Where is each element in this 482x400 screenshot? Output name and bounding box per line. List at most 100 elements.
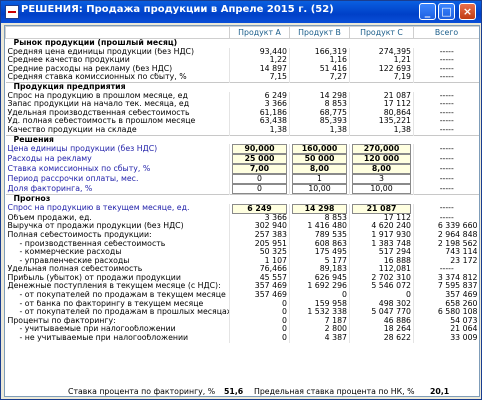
value-cell: 357 469 [229, 291, 290, 300]
row-label: Спрос на продукцию в прошлом месяце, ед [7, 91, 188, 100]
decision-input-cell[interactable]: 7,00 [232, 164, 287, 175]
value-cell: ----- [413, 117, 479, 126]
decision-input-cell[interactable]: 120 000 [352, 154, 411, 165]
value-cell: 1 107 [229, 256, 290, 266]
table-row: Качество продукции на складе 1,38 1,38 1,38… [6, 125, 479, 136]
decision-input-cell[interactable]: 90,000 [232, 144, 287, 155]
input-cell-wrapper: 10,00 [289, 184, 350, 195]
row-label: Спрос на продукцию в текущем месяце, ед. [7, 203, 190, 213]
value-cell: 7,15 [229, 73, 290, 83]
value-cell: 608 863 [289, 239, 350, 249]
value-cell: 2 198 562 [413, 239, 479, 249]
decision-input-cell[interactable]: 160,000 [292, 144, 347, 155]
value-cell: ----- [413, 184, 479, 195]
value-cell: 45 557 [229, 273, 290, 283]
value-cell: 4 387 [289, 334, 350, 343]
section-title: Продукция предприятия [5, 81, 479, 92]
value-cell: 3 366 [229, 100, 290, 109]
row-label: - коммерческие расходы [19, 248, 122, 257]
input-cell-wrapper: 8,00 [349, 164, 414, 175]
value-cell: 6 580 108 [413, 308, 479, 317]
table-row: - не учитываемые при налогообложении 0 4 3… [6, 334, 479, 343]
value-cell: 517 294 [349, 248, 414, 257]
decision-input-cell[interactable]: 14 298 [292, 203, 347, 214]
input-cell-wrapper: 3 [349, 174, 414, 185]
input-cell-wrapper: 160,000 [289, 144, 350, 155]
table-row: - от покупателей по продажам в текущем м… [6, 291, 479, 300]
value-cell: 0 [229, 308, 290, 317]
table-row: - коммерческие расходы 50 325 175 495 517 2… [6, 248, 479, 257]
decision-input-cell[interactable]: 25 000 [232, 154, 287, 165]
decision-input-cell[interactable]: 50 000 [292, 154, 347, 165]
value-cell: 50 325 [229, 248, 290, 257]
value-cell: 85,393 [289, 117, 350, 126]
table-row: Расходы на рекламу 25 000 50 000 120 000 ---… [6, 154, 479, 165]
column-header-product-a: Продукт А [229, 26, 290, 39]
input-cell-wrapper: 0 [229, 174, 290, 185]
decision-input-cell[interactable]: 3 [352, 174, 411, 185]
decision-input-cell[interactable]: 1 [292, 174, 347, 185]
value-cell: ----- [413, 144, 479, 155]
column-header-product-b: Продукт B [289, 26, 350, 39]
value-cell: 5 546 072 [349, 282, 414, 292]
value-cell: 5 177 [289, 256, 350, 266]
decision-input-cell[interactable]: 8,00 [292, 164, 347, 175]
table-row: Запас продукции на начало тек. месяца, е… [6, 100, 479, 109]
section-header: Прогноз [5, 194, 479, 204]
value-cell: 159 958 [289, 299, 350, 309]
value-cell: 0 [289, 291, 350, 300]
value-cell: 2 964 848 [413, 230, 479, 240]
value-cell: 63,438 [229, 117, 290, 126]
value-cell: 7,19 [349, 73, 414, 83]
table-row: Период рассрочки оплаты, мес. 0 1 3 ----- [6, 174, 479, 185]
decision-input-cell[interactable]: 21 087 [352, 203, 411, 214]
input-cell-wrapper: 6 249 [229, 203, 290, 214]
value-cell: 357 469 [413, 291, 479, 300]
row-label: Проценты по факторингу: [7, 316, 116, 325]
decision-input-cell[interactable]: 0 [232, 184, 287, 195]
input-cell-wrapper: 90,000 [229, 144, 290, 155]
close-button[interactable]: × [459, 3, 476, 20]
decision-input-cell[interactable]: 10,00 [292, 184, 347, 195]
value-cell: ----- [413, 73, 479, 83]
value-cell: 4 620 240 [349, 222, 414, 231]
value-cell: 8 853 [289, 100, 350, 109]
nk-rate-value: 20,1 [430, 387, 450, 396]
value-cell: 789 535 [289, 230, 350, 240]
row-label: - от покупателей по продажам в прошлых м… [19, 308, 230, 317]
value-cell: 1,16 [289, 56, 350, 65]
maximize-button[interactable]: □ [438, 3, 455, 20]
value-cell: 1,38 [229, 125, 290, 136]
decision-input-cell[interactable]: 8,00 [352, 164, 411, 175]
table-row: Спрос на продукцию в прошлом месяце, ед 6… [6, 91, 479, 101]
minimize-button[interactable]: _ [419, 3, 436, 20]
value-cell: 17 112 [349, 213, 414, 223]
decision-input-cell[interactable]: 0 [232, 174, 287, 185]
title-bar[interactable]: РЕШЕНИЯ: Продажа продукции в Апреле 2015… [1, 1, 481, 23]
value-cell: ----- [413, 164, 479, 175]
value-cell: 93,440 [229, 47, 290, 57]
section-title: Решения [5, 134, 479, 145]
window-title: РЕШЕНИЯ: Продажа продукции в Апреле 2015… [21, 4, 334, 15]
decision-input-cell[interactable]: 270,000 [352, 144, 411, 155]
decision-input-cell[interactable]: 10,00 [352, 184, 411, 195]
decisions-window: РЕШЕНИЯ: Продажа продукции в Апреле 2015… [0, 0, 482, 400]
value-cell: 122 693 [349, 64, 414, 74]
table-row: Выручка от продажи продукции (без НДС) 30… [6, 222, 479, 231]
value-cell: 357 469 [229, 282, 290, 292]
table-row: - от банка по факторингу в текущем месяц… [6, 299, 479, 309]
column-header-total: Всего [413, 26, 479, 39]
decision-input-cell[interactable]: 6 249 [232, 203, 287, 214]
row-label: Запас продукции на начало тек. месяца, е… [7, 100, 190, 109]
input-cell-wrapper: 7,00 [229, 164, 290, 175]
input-cell-wrapper: 25 000 [229, 154, 290, 165]
value-cell: 112,081 [349, 265, 414, 274]
table-row: Уд. полная себестоимость в прошлом месяц… [6, 117, 479, 126]
value-cell: 23 172 [413, 256, 479, 266]
value-cell: 1,38 [349, 125, 414, 136]
app-icon [5, 5, 19, 19]
row-label: Выручка от продажи продукции (без НДС) [7, 222, 184, 231]
value-cell: 2 800 [289, 325, 350, 335]
value-cell: 1 383 748 [349, 239, 414, 249]
table-row: Средняя ставка комиссионных по сбыту, % 7… [6, 73, 479, 83]
